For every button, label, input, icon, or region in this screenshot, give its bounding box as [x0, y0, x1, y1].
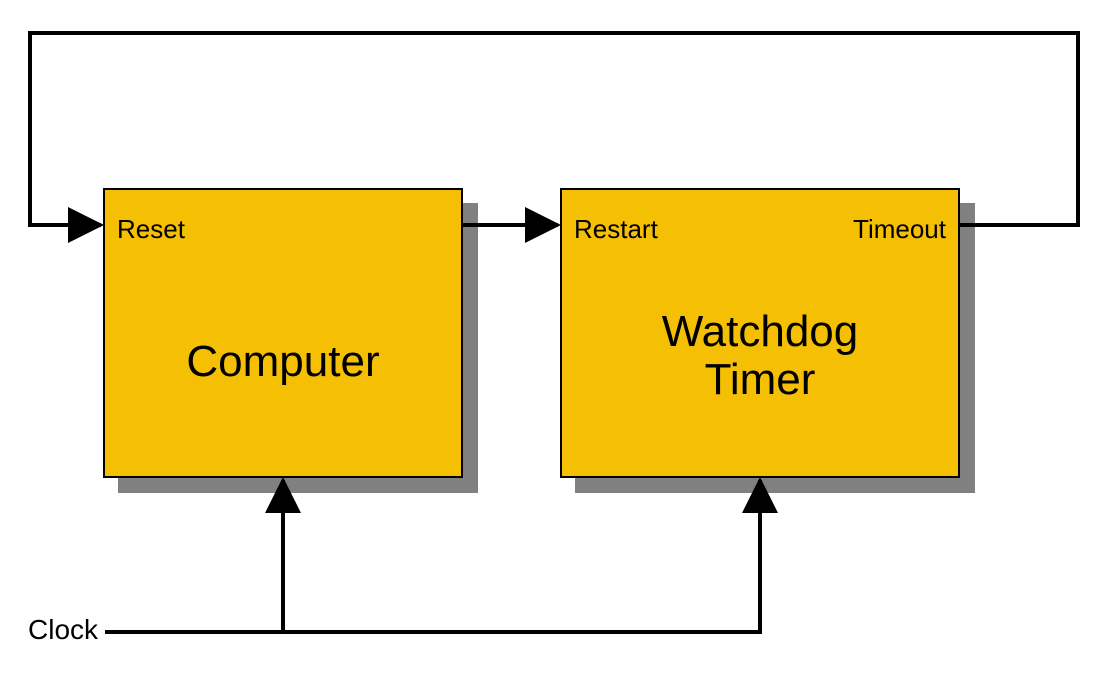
clock-signal-label: Clock	[28, 614, 98, 646]
computer-block-title: Computer	[105, 338, 461, 386]
watchdog-block-title: Watchdog Timer	[562, 308, 958, 405]
wire-clock-to-computer	[105, 480, 283, 632]
watchdog-timeout-port-label: Timeout	[853, 214, 946, 245]
watchdog-restart-port-label: Restart	[574, 214, 658, 245]
computer-block: Reset Computer	[103, 188, 463, 478]
computer-reset-port-label: Reset	[117, 214, 185, 245]
wire-clock-to-watchdog	[283, 480, 760, 632]
watchdog-block: Restart Timeout Watchdog Timer	[560, 188, 960, 478]
